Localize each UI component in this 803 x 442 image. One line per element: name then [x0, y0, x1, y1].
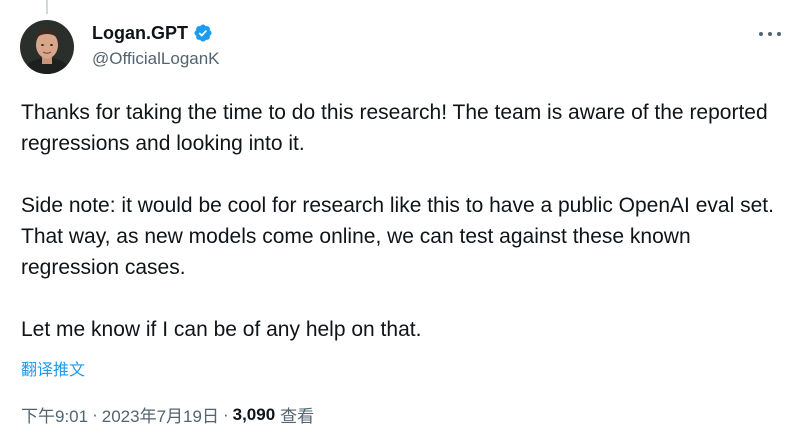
- tweet-paragraph: Thanks for taking the time to do this re…: [21, 101, 768, 155]
- meta-separator: ·: [222, 404, 229, 424]
- tweet-time[interactable]: 下午9:01: [21, 402, 88, 427]
- avatar[interactable]: [20, 20, 74, 74]
- tweet-date[interactable]: 2023年7月19日: [102, 402, 219, 427]
- tweet-paragraph: Side note: it would be cool for research…: [21, 194, 774, 279]
- display-name-row: Logan.GPT: [92, 22, 220, 44]
- thread-connector-line: [46, 0, 48, 14]
- more-options-icon[interactable]: [759, 26, 781, 42]
- author-names: Logan.GPT @OfficialLoganK: [92, 22, 220, 69]
- profile-photo-icon: [20, 20, 74, 74]
- translate-tweet-link[interactable]: 翻译推文: [21, 356, 85, 380]
- tweet-meta: 下午9:01 · 2023年7月19日 · 3,090 查看: [21, 402, 314, 427]
- verified-badge-icon[interactable]: [193, 23, 213, 43]
- tweet-paragraph: Let me know if I can be of any help on t…: [21, 318, 422, 341]
- views-count: 3,090: [232, 404, 276, 424]
- meta-separator: ·: [92, 404, 98, 424]
- author-handle[interactable]: @OfficialLoganK: [92, 49, 220, 69]
- tweet-header: Logan.GPT @OfficialLoganK: [20, 20, 787, 76]
- tweet-text: Thanks for taking the time to do this re…: [21, 97, 781, 345]
- display-name[interactable]: Logan.GPT: [92, 23, 188, 44]
- views-label: 查看: [280, 407, 315, 426]
